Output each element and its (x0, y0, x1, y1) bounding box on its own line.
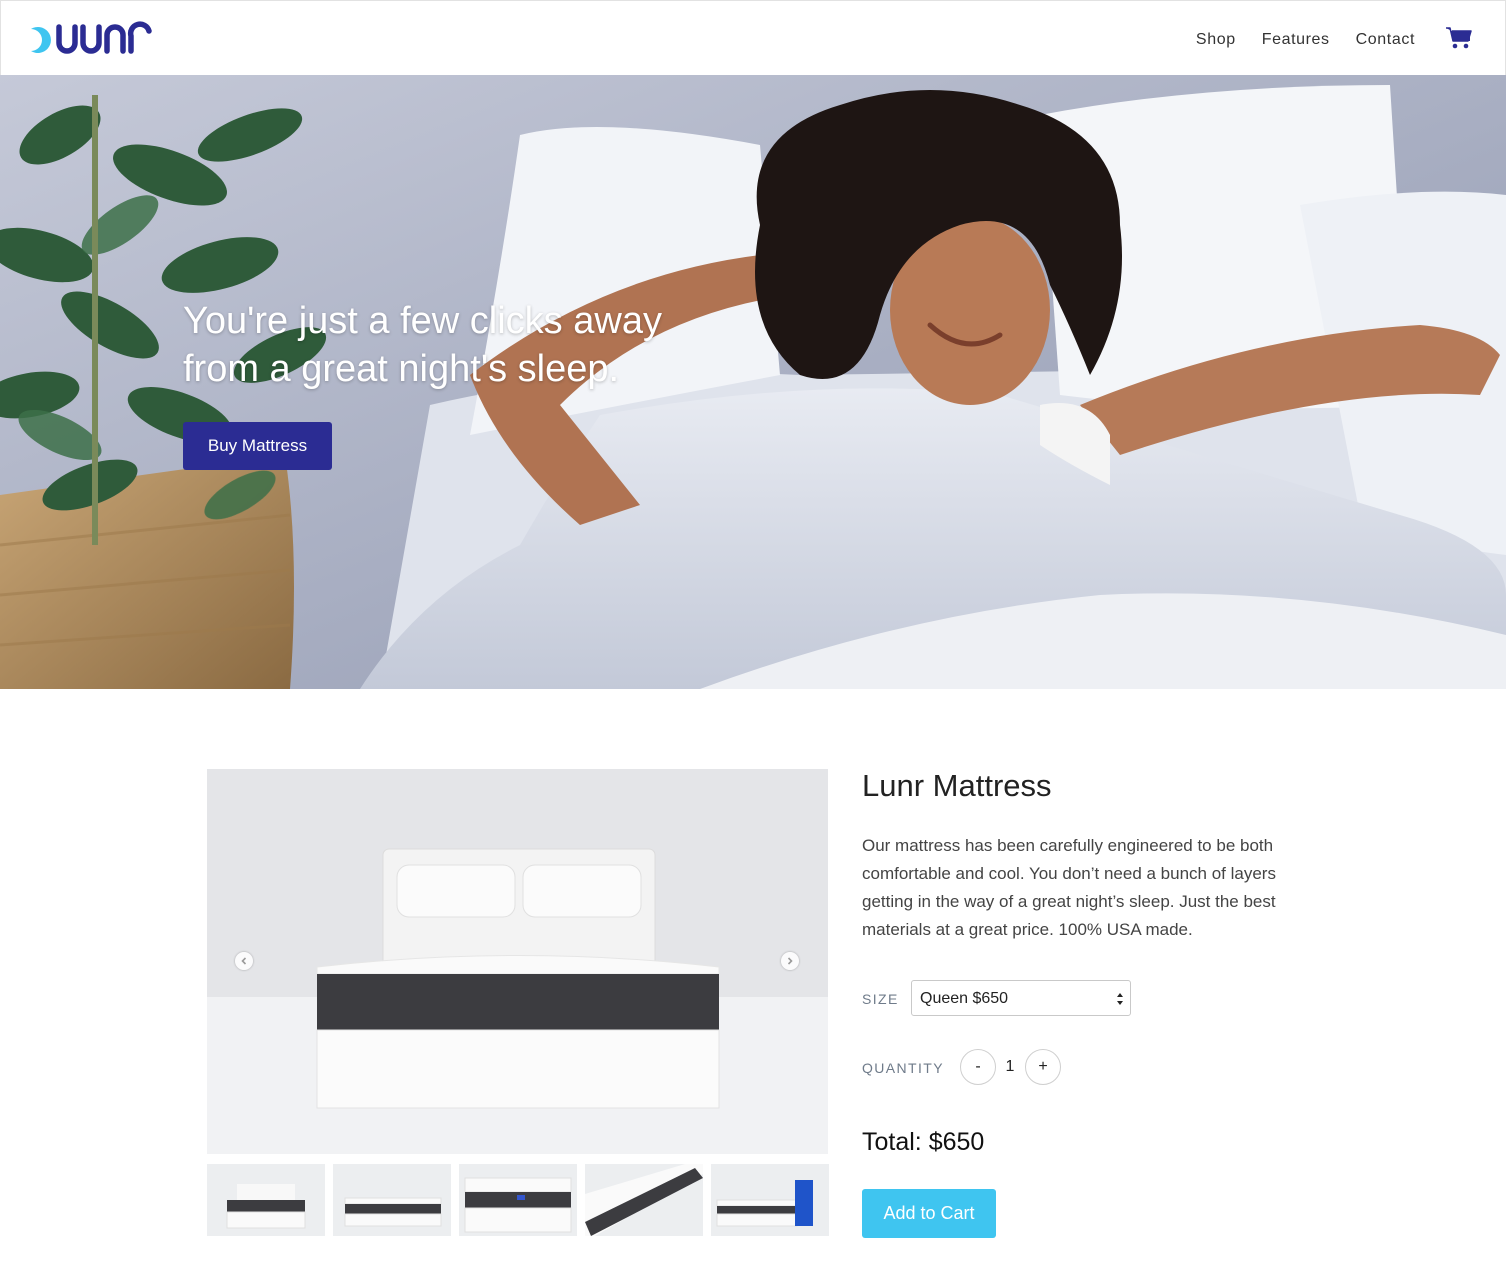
hero-banner: You're just a few clicks away from a gre… (0, 75, 1506, 689)
hero-headline-line1: You're just a few clicks away (183, 300, 662, 342)
quantity-increase-button[interactable]: + (1025, 1049, 1061, 1085)
product-title: Lunr Mattress (862, 768, 1052, 803)
product-thumbnail[interactable] (711, 1164, 829, 1236)
buy-mattress-button[interactable]: Buy Mattress (183, 422, 332, 470)
size-select-value: Queen $650 (920, 990, 1009, 1007)
product-thumbnail[interactable] (585, 1164, 703, 1236)
size-label: SIZE (862, 991, 899, 1007)
quantity-label: QUANTITY (862, 1060, 944, 1076)
order-total: Total: $650 (862, 1128, 985, 1156)
lunr-logo[interactable] (29, 21, 155, 57)
chevron-right-icon (787, 957, 793, 965)
product-image-carousel[interactable] (207, 769, 828, 1154)
select-arrows-icon (1117, 993, 1123, 1005)
size-select[interactable]: Queen $650 (911, 980, 1131, 1016)
nav-item-contact[interactable]: Contact (1356, 31, 1415, 49)
add-to-cart-button[interactable]: Add to Cart (862, 1189, 996, 1238)
product-thumbnail[interactable] (207, 1164, 325, 1236)
site-header: Shop Features Contact (0, 0, 1506, 75)
product-thumbnail[interactable] (333, 1164, 451, 1236)
product-description: Our mattress has been carefully engineer… (862, 836, 1276, 939)
carousel-next-button[interactable] (781, 952, 799, 970)
main-nav: Shop Features Contact (1196, 31, 1415, 49)
product-thumbnails (207, 1164, 829, 1236)
hero-headline: You're just a few clicks away from a gre… (183, 297, 703, 393)
hero-headline-line2: from a great night's sleep. (183, 348, 620, 390)
product-thumbnail[interactable] (459, 1164, 577, 1236)
product-main-image (207, 769, 828, 1154)
quantity-decrease-button[interactable]: - (960, 1049, 996, 1085)
nav-item-features[interactable]: Features (1262, 31, 1330, 49)
carousel-prev-button[interactable] (235, 952, 253, 970)
chevron-left-icon (241, 957, 247, 965)
shopping-cart-icon[interactable] (1445, 26, 1473, 50)
quantity-value: 1 (1005, 1058, 1015, 1075)
nav-item-shop[interactable]: Shop (1196, 31, 1236, 49)
